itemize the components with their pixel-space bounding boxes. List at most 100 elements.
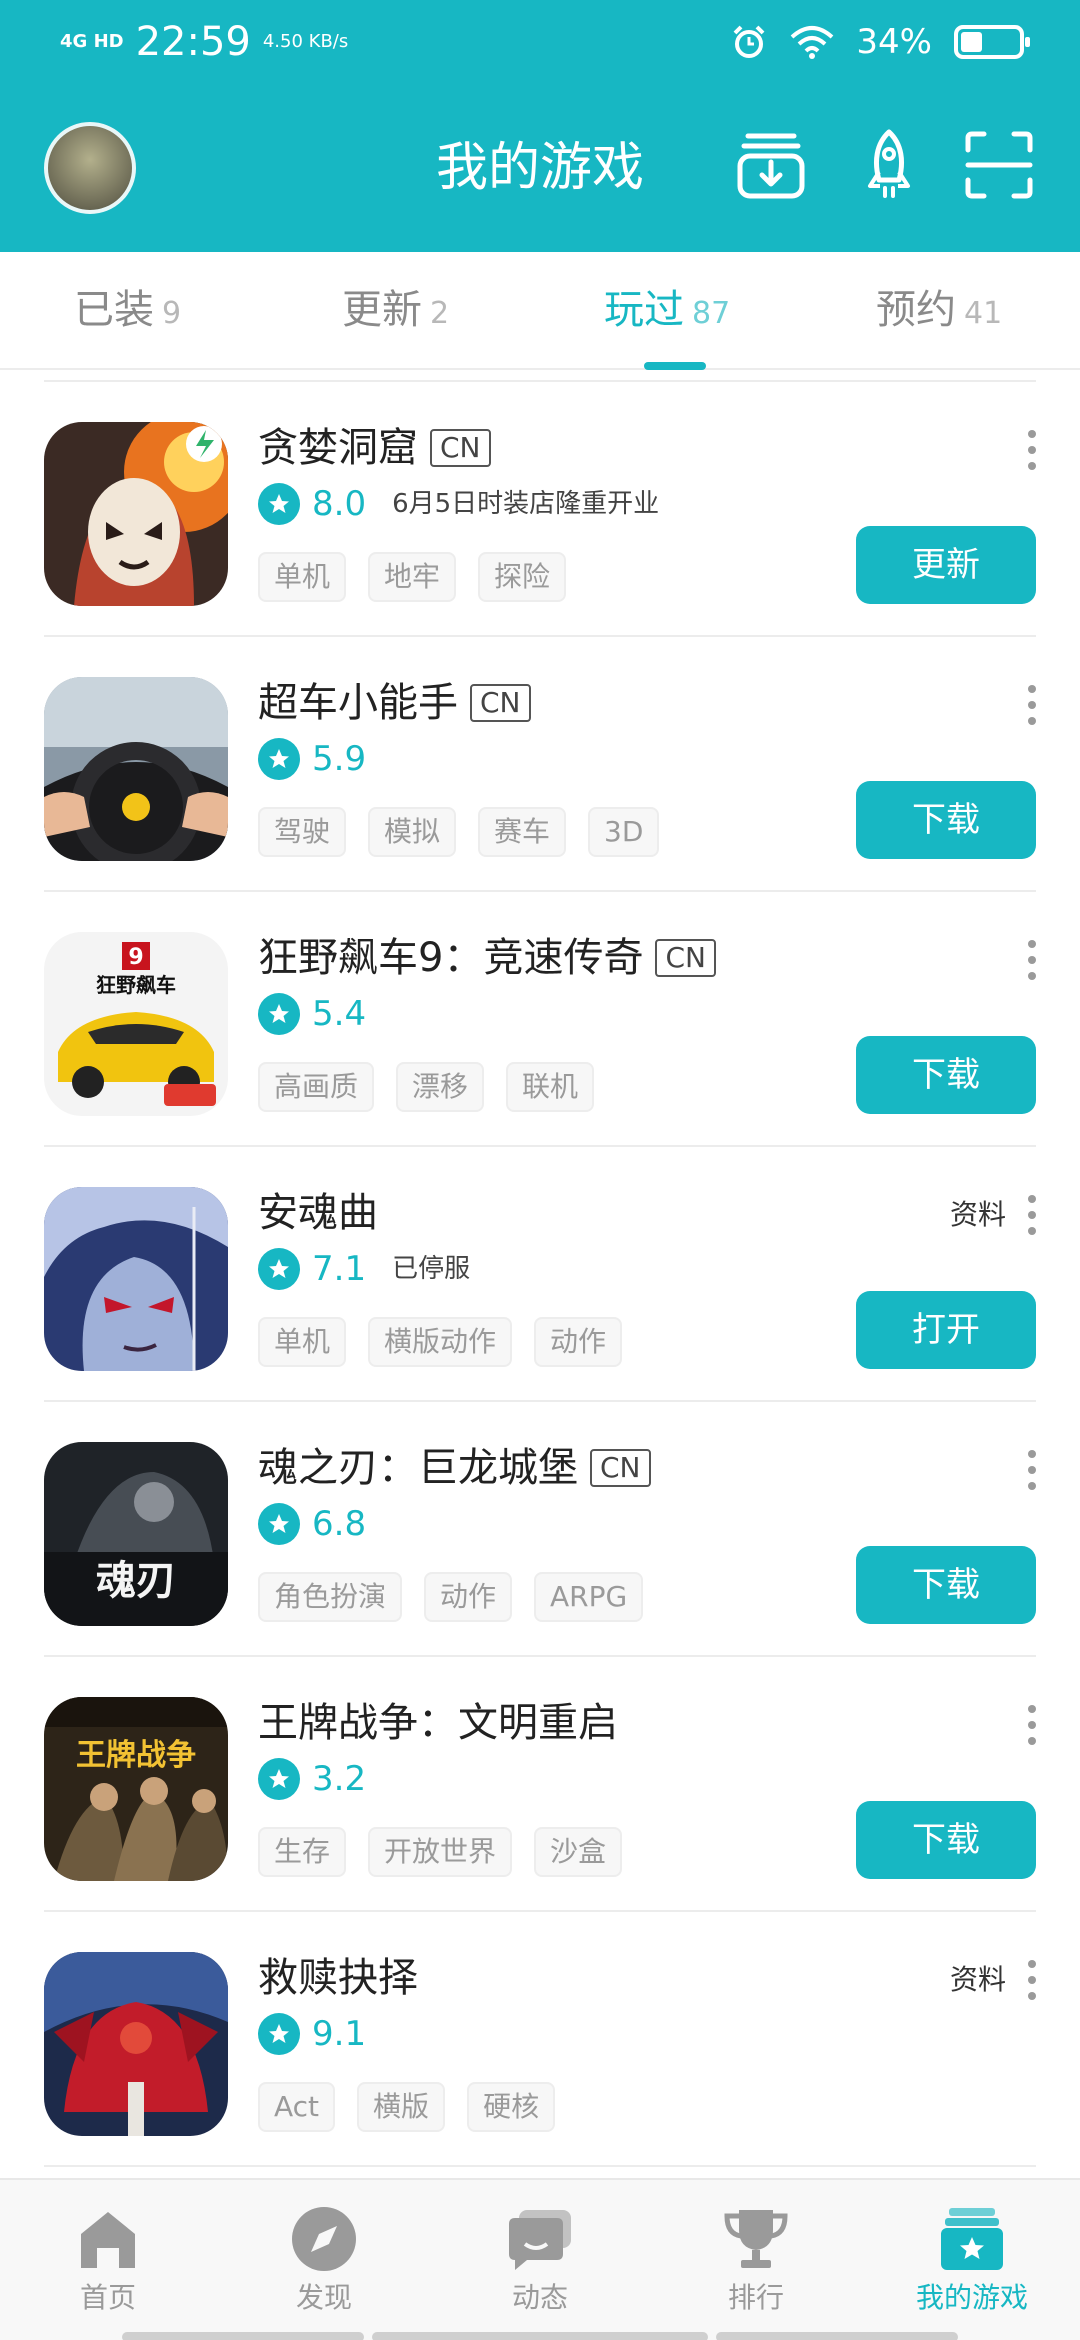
tab-count: 2 [430,296,450,331]
system-nav-bar [372,2332,708,2340]
region-badge: CN [590,1449,651,1487]
scan-icon[interactable] [962,128,1036,202]
genre-tag[interactable]: 漂移 [396,1062,485,1112]
game-title: 狂野飙车9：竞速传奇 [258,935,644,981]
signal-indicator: 4G HD [60,31,124,52]
info-link[interactable]: 资料 [950,1960,1006,2000]
star-icon [258,2013,300,2055]
trophy-icon [724,2210,788,2268]
game-icon-greedy-cave[interactable] [44,422,228,606]
nav-label: 我的游戏 [915,2281,1028,2314]
nav-feed[interactable]: 动态 [460,2204,620,2318]
tab-count: 87 [692,296,731,331]
genre-tag[interactable]: 联机 [506,1062,595,1112]
genre-tag[interactable]: 高画质 [258,1062,375,1112]
game-icon-overtake[interactable] [44,677,228,861]
chat-icon [509,2210,571,2270]
genre-tag[interactable]: 沙盒 [534,1827,623,1877]
game-icon-blade-of-god[interactable]: 魂刃 [44,1442,228,1626]
more-options-icon[interactable] [1026,1960,1038,2000]
genre-tag[interactable]: 模拟 [368,807,457,857]
genre-tag[interactable]: 单机 [258,552,347,602]
list-item[interactable]: 9 狂野飙车 狂野飙车9：竞速传奇 CN 5.4 高画质 漂移 联机 下载 [0,892,1080,1147]
more-options-icon[interactable] [1026,685,1038,725]
genre-tag[interactable]: 开放世界 [368,1827,513,1877]
genre-tag[interactable]: 生存 [258,1827,347,1877]
nav-label: 首页 [79,2281,136,2314]
bottom-nav: 首页 发现 动态 排行 我的游戏 [0,2178,1080,2340]
list-item[interactable]: 魂刃 魂之刃：巨龙城堡 CN 6.8 角色扮演 动作 ARPG 下载 [0,1402,1080,1657]
download-button[interactable]: 下载 [856,781,1036,859]
info-link[interactable]: 资料 [950,1195,1006,1235]
update-button[interactable]: 更新 [856,526,1036,604]
genre-tag[interactable]: 探险 [478,552,567,602]
star-icon [258,483,300,525]
game-icon-asphalt-9[interactable]: 9 狂野飙车 [44,932,228,1116]
download-manager-icon[interactable] [734,128,808,202]
nav-discover[interactable]: 发现 [244,2204,404,2318]
tab-reserved[interactable]: 预约 41 [876,282,1002,342]
star-icon [258,993,300,1035]
tab-installed[interactable]: 已装 9 [74,282,181,342]
list-item[interactable]: 王牌战争 王牌战争：文明重启 3.2 生存 开放世界 沙盒 下载 [0,1657,1080,1912]
game-icon-ace-war[interactable]: 王牌战争 [44,1697,228,1881]
genre-tag[interactable]: 动作 [424,1572,513,1622]
tab-played[interactable]: 玩过 87 [604,282,730,342]
genre-tag[interactable]: 3D [588,807,660,857]
tab-label: 已装 [74,287,154,333]
more-options-icon[interactable] [1026,430,1038,470]
star-icon [258,1503,300,1545]
nav-ranking[interactable]: 排行 [676,2204,836,2318]
nav-my-games[interactable]: 我的游戏 [892,2204,1052,2318]
star-icon [258,1758,300,1800]
game-title: 王牌战争：文明重启 [258,1700,618,1746]
tab-updates[interactable]: 更新 2 [342,282,449,342]
divider [44,380,1036,382]
more-options-icon[interactable] [1026,940,1038,980]
star-icon [258,738,300,780]
genre-tag[interactable]: Act [258,2082,336,2132]
more-options-icon[interactable] [1026,1705,1038,1745]
nav-label: 发现 [295,2281,352,2314]
download-button[interactable]: 下载 [856,1036,1036,1114]
compass-icon [292,2207,356,2271]
list-item[interactable]: 救赎抉择 9.1 Act 横版 硬核 资料 [0,1912,1080,2167]
genre-tag[interactable]: 横版动作 [368,1317,513,1367]
app-header: 4G HD 22:59 4.50 KB/s 34% 我的游戏 [0,0,1080,252]
genre-tag[interactable]: 横版 [357,2082,446,2132]
nav-label: 动态 [511,2281,568,2314]
nav-home[interactable]: 首页 [28,2204,188,2318]
genre-tag[interactable]: 动作 [534,1317,623,1367]
game-title: 贪婪洞窟 [258,425,418,471]
game-icon-redemption[interactable] [44,1952,228,2136]
status-bar: 4G HD 22:59 4.50 KB/s 34% [0,0,1080,84]
more-options-icon[interactable] [1026,1450,1038,1490]
region-badge: CN [430,429,491,467]
svg-text:9: 9 [128,945,143,970]
genre-tag[interactable]: 单机 [258,1317,347,1367]
tab-count: 9 [162,296,182,331]
more-options-icon[interactable] [1026,1195,1038,1235]
genre-tag[interactable]: 硬核 [467,2082,556,2132]
home-icon [81,2212,135,2268]
list-item[interactable]: 超车小能手 CN 5.9 驾驶 模拟 赛车 3D 下载 [0,637,1080,892]
genre-tag[interactable]: 地牢 [368,552,457,602]
rating-score: 6.8 [312,1504,367,1544]
icon-art-text: 王牌战争 [76,1738,196,1773]
open-button[interactable]: 打开 [856,1291,1036,1369]
download-button[interactable]: 下载 [856,1801,1036,1879]
list-item[interactable]: 安魂曲 7.1 已停服 单机 横版动作 动作 资料 打开 [0,1147,1080,1402]
tab-label: 更新 [342,287,422,333]
game-icon-requiem[interactable] [44,1187,228,1371]
rocket-icon[interactable] [852,128,926,202]
download-button[interactable]: 下载 [856,1546,1036,1624]
list-item[interactable]: 贪婪洞窟 CN 8.0 6月5日时装店隆重开业 单机 地牢 探险 更新 [0,380,1080,637]
system-nav-bar [716,2332,958,2340]
genre-tag[interactable]: ARPG [534,1572,644,1622]
rating-score: 5.4 [312,994,367,1034]
tab-bar: 已装 9 更新 2 玩过 87 预约 41 [0,252,1080,370]
genre-tag[interactable]: 角色扮演 [258,1572,403,1622]
genre-tag[interactable]: 驾驶 [258,807,347,857]
game-title: 救赎抉择 [258,1955,418,2001]
genre-tag[interactable]: 赛车 [478,807,567,857]
